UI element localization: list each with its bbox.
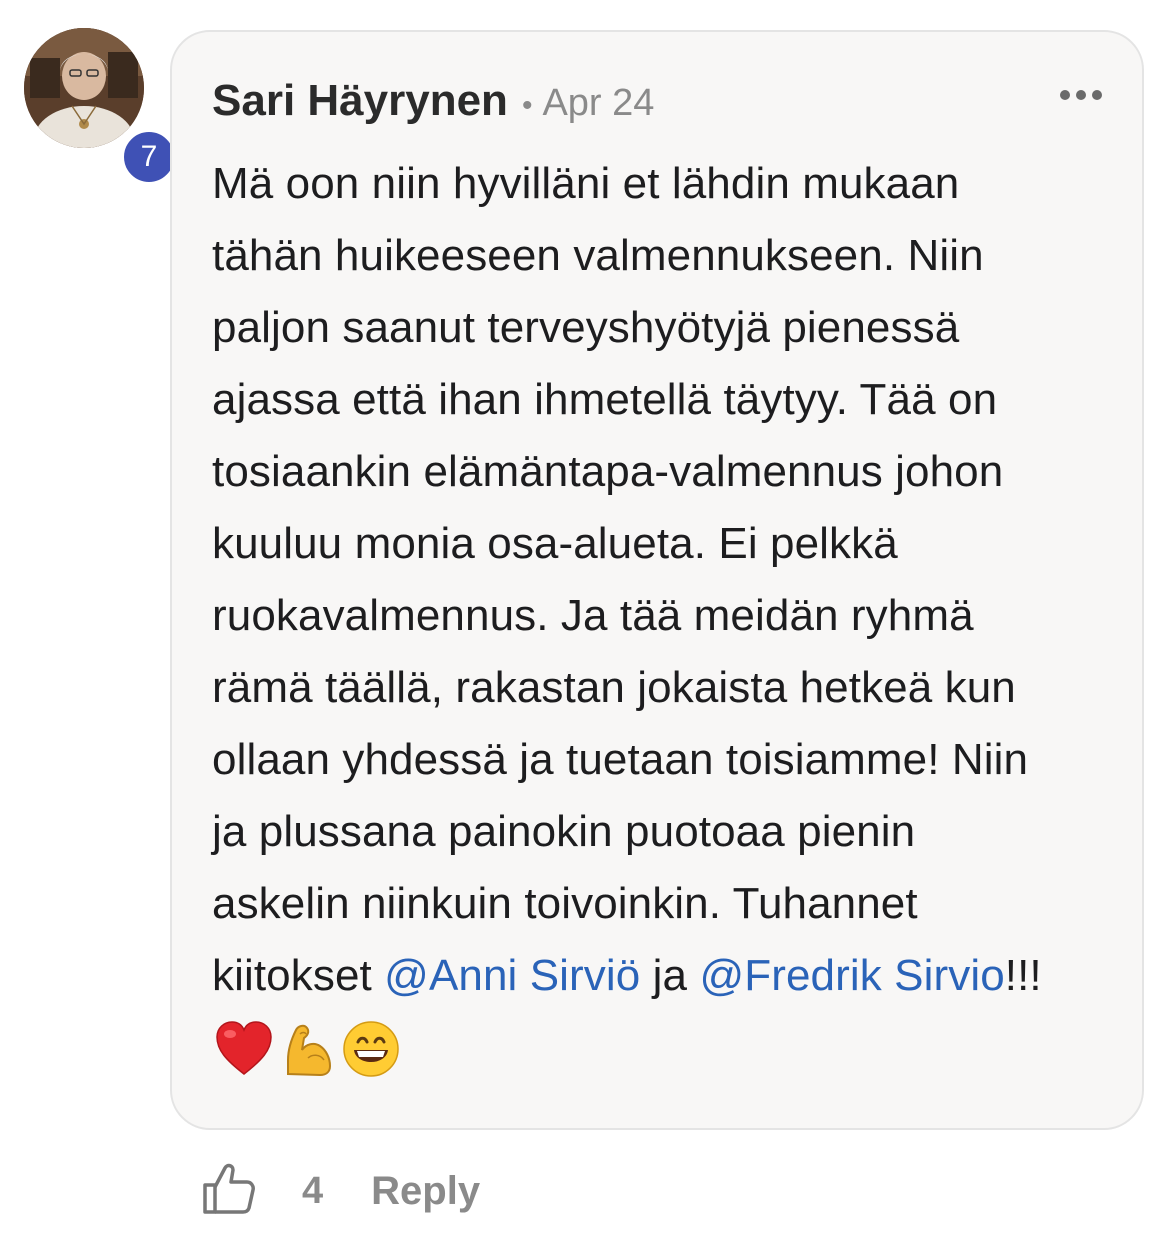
comment-line: tähän huikeeseen valmennukseen. Niin bbox=[212, 231, 984, 280]
text-middle: ja bbox=[640, 951, 700, 1000]
separator-dot: • bbox=[521, 89, 533, 122]
ellipsis-horizontal-icon bbox=[1060, 90, 1070, 100]
avatar-photo bbox=[24, 28, 144, 148]
comment-line: rämä täällä, rakastan jokaista hetkeä ku… bbox=[212, 663, 1016, 712]
ellipsis-dot bbox=[1092, 90, 1102, 100]
emoji-row bbox=[214, 1020, 1112, 1078]
like-count: 4 bbox=[302, 1170, 324, 1212]
comment-line: askelin niinkuin toivoinkin. Tuhannet bbox=[212, 879, 918, 928]
comment-body: Mä oon niin hyvilläni et lähdin mukaan t… bbox=[212, 148, 1112, 1078]
more-options-button[interactable] bbox=[1060, 90, 1102, 100]
comment-line: ajassa että ihan ihmetellä täytyy. Tää o… bbox=[212, 375, 998, 424]
comment-line: kuuluu monia osa-alueta. Ei pelkkä bbox=[212, 519, 898, 568]
author-avatar-group[interactable]: 7 bbox=[24, 28, 178, 186]
like-button[interactable] bbox=[200, 1160, 258, 1223]
mention-anni-sirvio[interactable]: @Anni Sirviö bbox=[384, 951, 640, 1000]
comment-line: ruokavalmennus. Ja tää meidän ryhmä bbox=[212, 591, 974, 640]
mention-fredrik-sirvio[interactable]: @Fredrik Sirvio bbox=[699, 951, 1004, 1000]
comment-line: tosiaankin elämäntapa-valmennus johon bbox=[212, 447, 1004, 496]
comment-line: Mä oon niin hyvilläni et lähdin mukaan bbox=[212, 159, 960, 208]
flexed-biceps-icon bbox=[287, 1024, 332, 1077]
comment-date: Apr 24 bbox=[542, 82, 655, 124]
comment-actions: 4 Reply bbox=[200, 1160, 480, 1223]
avatar[interactable] bbox=[24, 28, 144, 148]
text-suffix: !!! bbox=[1004, 951, 1042, 1000]
comment-line: paljon saanut terveyshyötyjä pienessä bbox=[212, 303, 960, 352]
text-prefix: kiitokset bbox=[212, 951, 385, 1000]
ellipsis-dot bbox=[1076, 90, 1086, 100]
comment-line: ja plussana painokin puotoaa pienin bbox=[212, 807, 916, 856]
comment-line: ollaan yhdessä ja tuetaan toisiamme! Nii… bbox=[212, 735, 1029, 784]
comment-header: Sari Häyrynen • Apr 24 bbox=[212, 76, 654, 126]
author-name[interactable]: Sari Häyrynen bbox=[212, 76, 508, 126]
red-heart-icon bbox=[216, 1021, 272, 1075]
thumbs-up-outline-icon bbox=[203, 1163, 255, 1214]
comment-bubble: Sari Häyrynen • Apr 24 Mä oon niin hyvil… bbox=[170, 30, 1144, 1130]
grinning-face-icon bbox=[343, 1021, 399, 1077]
reply-button[interactable]: Reply bbox=[371, 1169, 480, 1214]
comment-line-mentions: kiitokset @Anni Sirviö ja @Fredrik Sirvi… bbox=[212, 940, 1112, 1012]
